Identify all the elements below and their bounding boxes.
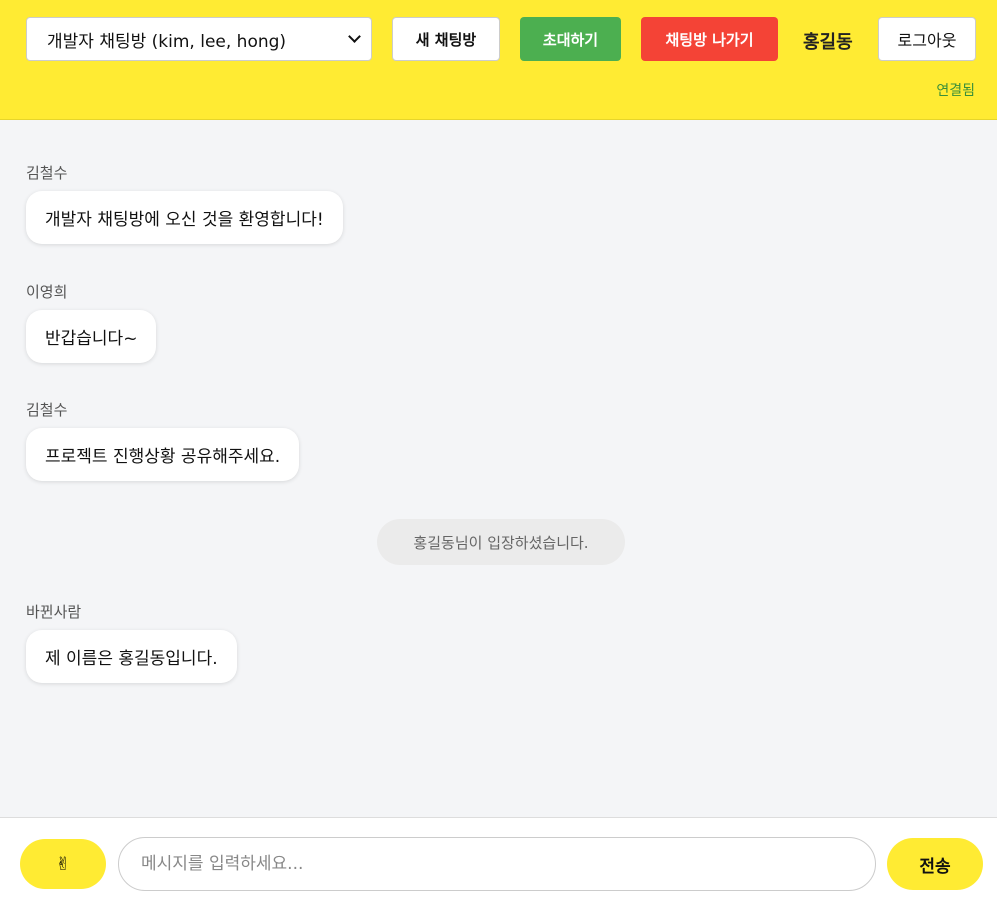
new-room-button[interactable]: 새 채팅방 bbox=[392, 17, 500, 61]
message-sender: 이영희 bbox=[26, 283, 68, 301]
message-sender: 김철수 bbox=[26, 401, 68, 419]
message-bubble: 제 이름은 홍길동입니다. bbox=[26, 630, 237, 683]
message-input[interactable] bbox=[118, 837, 876, 891]
room-select-value: 개발자 채팅방 (kim, lee, hong) bbox=[47, 31, 287, 52]
room-select[interactable]: 개발자 채팅방 (kim, lee, hong) bbox=[26, 17, 372, 61]
message-input-bar: ✌ 전송 bbox=[0, 817, 997, 902]
message-item: 김철수 프로젝트 진행상황 공유해주세요. bbox=[26, 399, 300, 481]
logout-button[interactable]: 로그아웃 bbox=[878, 17, 976, 61]
message-item: 김철수 개발자 채팅방에 오신 것을 환영합니다! bbox=[26, 162, 343, 244]
message-item: 이영희 반갑습니다~ bbox=[26, 281, 157, 363]
chevron-down-icon bbox=[348, 30, 361, 43]
invite-button[interactable]: 초대하기 bbox=[520, 17, 621, 61]
send-button[interactable]: 전송 bbox=[887, 838, 983, 890]
victory-hand-icon: ✌ bbox=[55, 853, 71, 875]
leave-room-button[interactable]: 채팅방 나가기 bbox=[641, 17, 778, 61]
message-bubble: 개발자 채팅방에 오신 것을 환영합니다! bbox=[26, 191, 343, 244]
message-bubble: 반갑습니다~ bbox=[26, 310, 157, 363]
current-username: 홍길동 bbox=[803, 32, 853, 53]
message-sender: 바뀐사람 bbox=[26, 603, 82, 621]
message-sender: 김철수 bbox=[26, 164, 68, 182]
message-bubble: 프로젝트 진행상황 공유해주세요. bbox=[26, 428, 300, 481]
message-list[interactable]: 김철수 개발자 채팅방에 오신 것을 환영합니다! 이영희 반갑습니다~ 김철수… bbox=[0, 121, 997, 817]
top-bar: 개발자 채팅방 (kim, lee, hong) 새 채팅방 초대하기 채팅방 … bbox=[0, 0, 997, 120]
emoji-button[interactable]: ✌ bbox=[20, 839, 106, 889]
connection-status: 연결됨 bbox=[936, 83, 975, 99]
message-item: 바뀐사람 제 이름은 홍길동입니다. bbox=[26, 601, 237, 683]
system-message: 홍길동님이 입장하셨습니다. bbox=[377, 519, 625, 565]
